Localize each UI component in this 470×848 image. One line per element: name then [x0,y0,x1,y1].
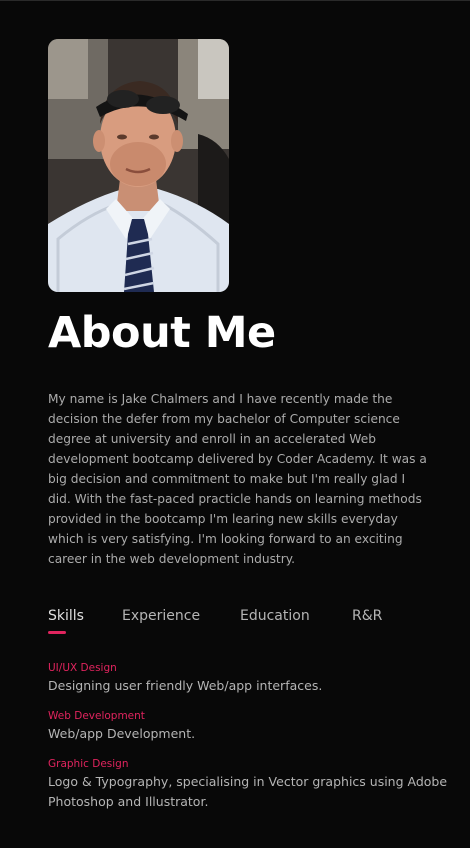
skill-item-graphic-design: Graphic Design Logo & Typography, specia… [48,756,448,812]
tab-rr[interactable]: R&R [352,604,382,628]
skill-description: Web/app Development. [48,726,196,741]
skills-list: UI/UX Design Designing user friendly Web… [48,660,448,824]
active-tab-indicator [48,631,66,634]
bio-paragraph: My name is Jake Chalmers and I have rece… [48,392,427,566]
skill-item-web-development: Web Development Web/app Development. [48,708,448,744]
skill-name: UI/UX Design [48,662,117,674]
skill-description: Logo & Typography, specialising in Vecto… [48,774,448,809]
profile-photo [48,39,229,292]
skill-description: Designing user friendly Web/app interfac… [48,678,323,693]
skill-name: Graphic Design [48,758,129,770]
top-divider [0,0,470,1]
page-title: About Me [48,308,276,358]
tab-education[interactable]: Education [240,604,310,628]
skill-name: Web Development [48,710,145,722]
skill-item-uiux: UI/UX Design Designing user friendly Web… [48,660,448,696]
profile-photo-image [48,39,229,292]
tab-bar: Skills Experience Education R&R [48,604,428,634]
tab-skills[interactable]: Skills [48,604,84,628]
tab-experience[interactable]: Experience [122,604,200,628]
